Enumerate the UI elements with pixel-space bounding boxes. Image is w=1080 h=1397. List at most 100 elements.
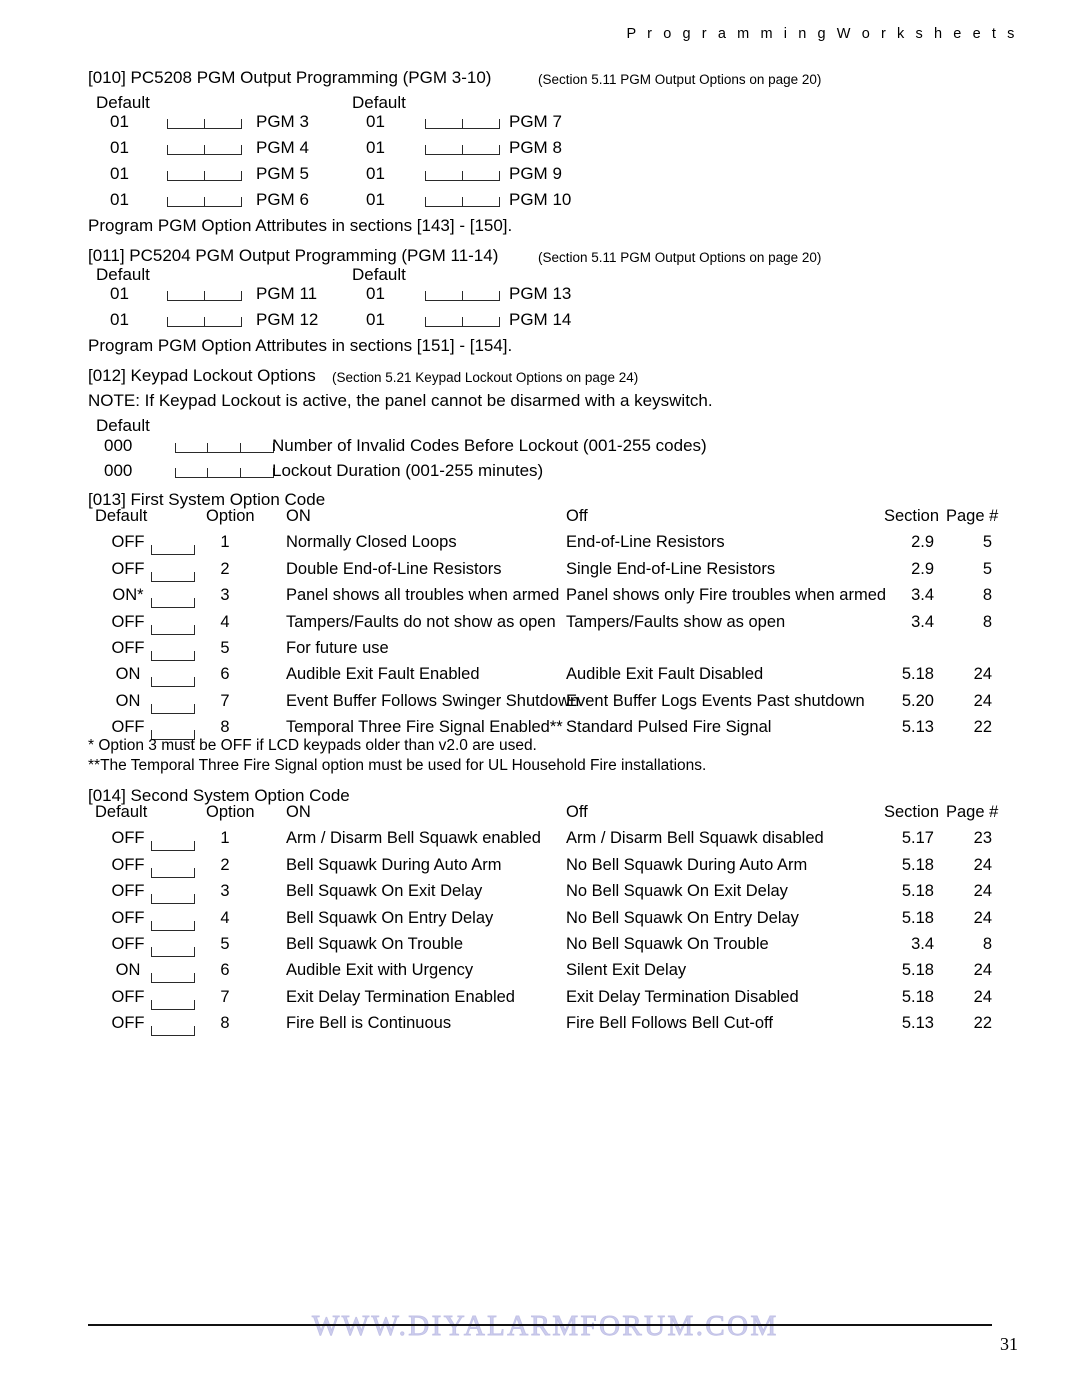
row-section: 3.4 <box>911 612 934 631</box>
pgm6-default: 01 <box>110 190 129 209</box>
pgm10-value-field[interactable] <box>425 189 500 207</box>
row-page: 24 <box>973 987 992 1006</box>
row-page: 24 <box>973 855 992 874</box>
invalid-codes-label: Number of Invalid Codes Before Lockout (… <box>272 436 707 455</box>
option-checkbox-field[interactable] <box>151 887 195 905</box>
pgm4-value-field[interactable] <box>167 137 242 155</box>
worksheet-page: P r o g r a m m i n g W o r k s h e e t … <box>0 0 1080 1397</box>
pgm10-label: PGM 10 <box>509 190 572 209</box>
pgm11-default: 01 <box>110 284 129 303</box>
pgm8-value-field[interactable] <box>425 137 500 155</box>
pgm9-default: 01 <box>366 164 385 183</box>
row-option: 1 <box>220 829 230 848</box>
pgm11-label: PGM 11 <box>256 284 318 303</box>
section-010-title: [010] PC5208 PGM Output Programming (PGM… <box>88 68 492 87</box>
col-header-on: ON <box>286 803 311 821</box>
row-section: 5.13 <box>901 718 934 737</box>
row-section: 5.18 <box>901 987 934 1006</box>
pgm5-default: 01 <box>110 164 129 183</box>
section-012-title: [012] Keypad Lockout Options <box>88 366 316 385</box>
row-default: ON <box>115 665 141 684</box>
section-010-footnote: Program PGM Option Attributes in section… <box>88 216 513 235</box>
row-option: 1 <box>220 533 230 552</box>
option-checkbox-field[interactable] <box>151 940 195 957</box>
row-off: End-of-Line Resistors <box>566 533 725 552</box>
option-checkbox-field[interactable] <box>151 591 195 609</box>
row-default: OFF <box>111 829 145 848</box>
pgm12-default: 01 <box>110 310 129 329</box>
row-section: 5.13 <box>901 1014 934 1033</box>
row-off: Arm / Disarm Bell Squawk disabled <box>566 829 824 848</box>
row-section: 3.4 <box>911 934 934 953</box>
row-page: 23 <box>973 829 992 848</box>
pgm9-value-field[interactable] <box>425 163 500 181</box>
row-default: OFF <box>111 612 145 631</box>
option-checkbox-field[interactable] <box>151 993 195 1010</box>
option-checkbox-field[interactable] <box>151 697 195 714</box>
pgm7-value-field[interactable] <box>425 111 500 129</box>
row-off: No Bell Squawk On Entry Delay <box>566 908 799 927</box>
row-off: Standard Pulsed Fire Signal <box>566 718 772 737</box>
pgm8-default: 01 <box>366 138 385 157</box>
row-on: Normally Closed Loops <box>286 533 457 552</box>
option-checkbox-field[interactable] <box>151 618 195 635</box>
table-row: OFF 5 Bell Squawk On Trouble No Bell Squ… <box>0 935 1080 961</box>
table-row: OFF 5 For future use <box>0 639 1080 665</box>
row-section: 5.18 <box>901 882 934 901</box>
row-page: 24 <box>973 961 992 980</box>
row-section: 5.20 <box>901 691 934 710</box>
section-012-reference: (Section 5.21 Keypad Lockout Options on … <box>332 370 639 385</box>
pgm5-value-field[interactable] <box>167 163 242 181</box>
row-option: 3 <box>220 586 230 605</box>
pgm12-label: PGM 12 <box>256 310 319 329</box>
col-header-off: Off <box>566 507 588 525</box>
option-checkbox-field[interactable] <box>151 644 195 661</box>
row-section: 5.18 <box>901 961 934 980</box>
table-row: ON 7 Event Buffer Follows Swinger Shutdo… <box>0 692 1080 718</box>
option-checkbox-field[interactable] <box>151 834 195 852</box>
row-default: ON <box>115 691 141 710</box>
row-on: For future use <box>286 638 389 657</box>
row-section: 5.18 <box>901 855 934 874</box>
row-page: 8 <box>982 612 992 631</box>
option-checkbox-field[interactable] <box>151 670 195 688</box>
row-off: Exit Delay Termination Disabled <box>566 987 799 1006</box>
pgm3-label: PGM 3 <box>256 112 309 131</box>
option-checkbox-field[interactable] <box>151 861 195 878</box>
row-section: 5.18 <box>901 908 934 927</box>
option-checkbox-field[interactable] <box>151 1019 195 1037</box>
row-off: Single End-of-Line Resistors <box>566 559 776 578</box>
row-on: Double End-of-Line Resistors <box>286 559 502 578</box>
lockout-duration-field[interactable] <box>175 460 274 478</box>
pgm13-label: PGM 13 <box>509 284 572 303</box>
pgm14-value-field[interactable] <box>425 309 500 327</box>
pgm6-value-field[interactable] <box>167 189 242 207</box>
row-off: Event Buffer Logs Events Past shutdown <box>566 691 865 710</box>
lockout-duration-label: Lockout Duration (001-255 minutes) <box>272 461 544 480</box>
pgm3-value-field[interactable] <box>167 111 242 129</box>
pgm7-label: PGM 7 <box>509 112 562 131</box>
row-section: 5.17 <box>901 829 934 848</box>
pgm13-default: 01 <box>366 284 385 303</box>
row-option: 7 <box>220 987 230 1006</box>
col-header-section: Section <box>884 507 940 525</box>
pgm13-value-field[interactable] <box>425 283 500 301</box>
pgm12-value-field[interactable] <box>167 309 242 327</box>
row-option: 6 <box>220 665 230 684</box>
row-default: OFF <box>111 987 145 1006</box>
row-off: Tampers/Faults show as open <box>566 612 786 631</box>
section-011-title: [011] PC5204 PGM Output Programming (PGM… <box>88 246 499 265</box>
invalid-codes-field[interactable] <box>175 435 274 453</box>
option-checkbox-field[interactable] <box>151 914 195 931</box>
row-option: 8 <box>220 1014 230 1033</box>
row-option: 6 <box>220 961 230 980</box>
option-checkbox-field[interactable] <box>151 565 195 582</box>
row-section: 5.18 <box>901 665 934 684</box>
pgm11-value-field[interactable] <box>167 283 242 301</box>
table-header-row: Default Option ON Off Section Page # <box>0 507 1080 533</box>
pgm14-default: 01 <box>366 310 385 329</box>
option-checkbox-field[interactable] <box>151 966 195 984</box>
row-default: OFF <box>111 882 145 901</box>
table-row: OFF 3 Bell Squawk On Exit Delay No Bell … <box>0 882 1080 908</box>
option-checkbox-field[interactable] <box>151 538 195 556</box>
